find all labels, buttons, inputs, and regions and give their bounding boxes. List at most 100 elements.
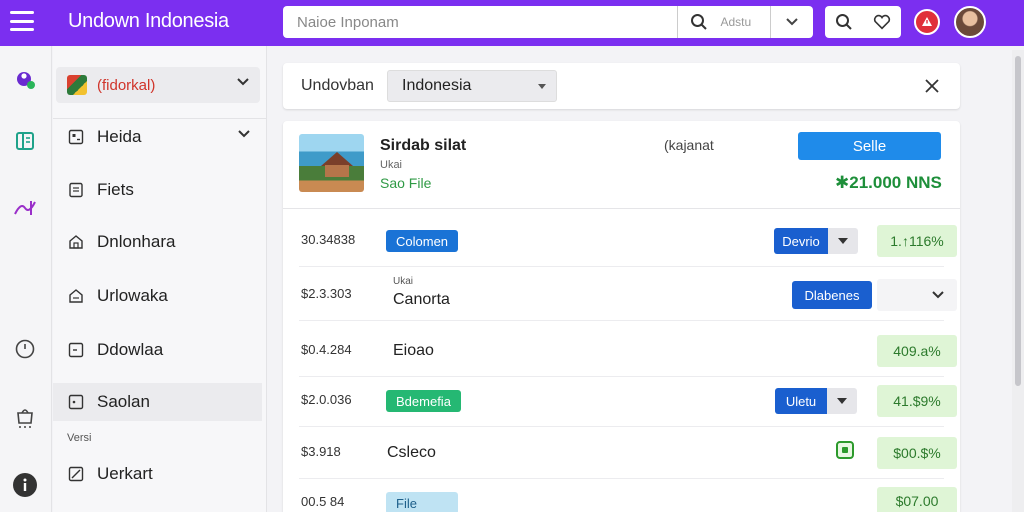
search-icon (691, 14, 708, 30)
product-file-link[interactable]: Sao File (380, 175, 431, 191)
row-amount: 30.34838 (301, 232, 356, 247)
sidebar-item-ddowlaa[interactable]: Ddowlaa (53, 331, 267, 369)
heart-icon (873, 14, 891, 30)
notification-button[interactable] (914, 9, 940, 35)
sidebar-section-label: Versi (67, 432, 92, 444)
filter-label: Undovban (301, 77, 374, 94)
search-button-label: Adstu (720, 15, 752, 29)
alert-icon (922, 17, 932, 26)
sidebar-item-label: Dnlonhara (97, 232, 176, 251)
product-header: Sirdab silat Ukai Sao File (kajanat Sell… (283, 121, 960, 209)
sidebar-item-dnlonhara[interactable]: Dnlonhara (53, 223, 267, 261)
product-title: Sirdab silat (380, 137, 467, 154)
product-thumbnail[interactable] (299, 134, 364, 192)
country-select-value: Indonesia (402, 77, 472, 94)
frame-icon (67, 393, 85, 411)
sidebar-item-urlowaka[interactable]: Urlowaka (53, 277, 267, 315)
caret-down-icon (538, 84, 546, 89)
product-card: Sirdab silat Ukai Sao File (kajanat Sell… (283, 121, 960, 512)
sidebar-item-label: Fiets (97, 180, 134, 199)
row-action-menu[interactable] (828, 228, 858, 254)
row-action-split[interactable]: Devrio (774, 228, 858, 254)
scrollbar[interactable] (1012, 50, 1024, 512)
flag-icon (67, 75, 87, 95)
scrollbar-thumb[interactable] (1015, 56, 1021, 386)
rail-profile[interactable] (12, 66, 38, 92)
sidebar: (fidorkal) Heida Fiets Dnlonhara Urlowak… (53, 46, 267, 512)
sidebar-item-heida[interactable]: Heida (53, 118, 267, 156)
sidebar-item-label: Heida (97, 127, 142, 146)
clock-icon (15, 339, 35, 359)
rail-info[interactable] (12, 472, 38, 498)
row-action-split[interactable]: Uletu (775, 388, 857, 414)
chevron-down-icon (932, 291, 944, 299)
sidebar-item-saolan[interactable]: Saolan (53, 383, 262, 421)
row-percent: $07.00 (877, 487, 957, 512)
country-select[interactable]: Indonesia (387, 70, 557, 102)
sidebar-item-label: Uerkart (97, 464, 153, 483)
app-title: Undown Indonesia (68, 10, 229, 32)
menu-icon[interactable] (10, 11, 34, 31)
search-button[interactable]: Adstu (678, 6, 770, 38)
row-action-menu[interactable] (827, 388, 857, 414)
chevron-down-icon (238, 130, 250, 138)
row-button[interactable]: Dlabenes (792, 281, 872, 309)
home-icon (67, 287, 85, 305)
row-percent: 41.$9% (877, 385, 957, 417)
row-text: Canorta (393, 291, 450, 308)
book-icon (16, 132, 34, 150)
close-icon[interactable] (922, 76, 942, 96)
quick-actions (825, 6, 901, 38)
music-icon (14, 201, 36, 215)
table-row: $0.4.284 Eioao 409.a% (299, 325, 957, 377)
row-percent: 409.a% (877, 335, 957, 367)
status-icon[interactable] (836, 441, 854, 459)
search-icon-button[interactable] (829, 7, 859, 37)
region-selector[interactable]: (fidorkal) (56, 67, 260, 103)
top-bar: Undown Indonesia Adstu (0, 0, 1024, 46)
region-selector-label: (fidorkal) (97, 76, 156, 94)
chevron-down-icon (237, 78, 249, 86)
home-icon (67, 233, 85, 251)
frame-icon (67, 341, 85, 359)
table-row: $3.918 Csleco $00.$% (299, 427, 957, 479)
sidebar-item-label: Urlowaka (97, 286, 168, 305)
rail-media[interactable] (12, 195, 38, 221)
row-dropdown[interactable] (877, 279, 957, 311)
row-tag[interactable]: File (386, 492, 458, 512)
table-row: $2.3.303 Ukai Canorta Dlabenes (299, 269, 957, 321)
rail-documents[interactable] (12, 128, 38, 154)
icon-rail (0, 46, 52, 512)
row-tag[interactable]: Colomen (386, 230, 459, 252)
product-subtitle: Ukai (380, 159, 403, 171)
row-amount: 00.5 84 (301, 494, 345, 509)
sell-button[interactable]: Selle (798, 132, 941, 160)
search-dropdown[interactable] (771, 6, 813, 38)
sidebar-item-label: Ddowlaa (97, 340, 164, 359)
avatar[interactable] (954, 6, 986, 38)
row-action-label: Devrio (774, 228, 828, 254)
product-location: (kajanat (664, 137, 714, 153)
chevron-down-icon (786, 18, 798, 26)
favorite-button[interactable] (867, 7, 897, 37)
sidebar-item-label: Saolan (97, 392, 150, 411)
row-small-label: Ukai (393, 276, 414, 287)
row-action-label: Uletu (775, 388, 827, 414)
rail-apps[interactable] (12, 404, 38, 430)
sidebar-item-fiets[interactable]: Fiets (53, 171, 267, 209)
info-icon (13, 473, 37, 497)
row-amount: $0.4.284 (301, 342, 352, 357)
row-amount: $2.0.036 (301, 392, 352, 407)
rail-history[interactable] (12, 336, 38, 362)
document-icon (67, 181, 85, 199)
row-percent: $00.$% (877, 437, 957, 469)
edit-icon (67, 465, 85, 483)
row-tag[interactable]: Bdemefia (386, 390, 461, 412)
row-percent: 1.↑116% (877, 225, 957, 257)
table-row: 00.5 84 File $07.00 (299, 477, 957, 512)
search-bar: Adstu (283, 6, 813, 38)
search-icon (836, 14, 852, 30)
sidebar-item-uerkart[interactable]: Uerkart (53, 455, 267, 493)
product-price: ✱21.000 NNS (835, 173, 942, 192)
search-input[interactable] (283, 6, 678, 38)
